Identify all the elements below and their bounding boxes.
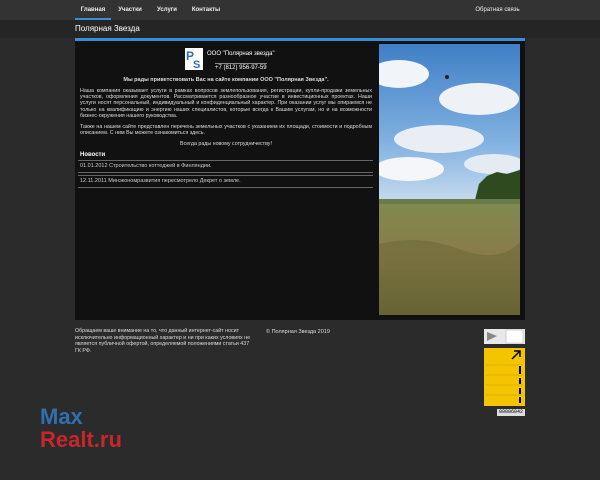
welcome-text: Мы рады приветствовать Вас на сайте комп… [123,77,329,83]
news-divider [78,160,373,161]
nav-feedback[interactable]: Обратная связь [470,0,525,20]
visit-counter[interactable]: 00006042 [497,409,525,416]
company-logo-icon[interactable]: P S [185,48,203,70]
footer-disclaimer: Обращаем ваше внимание на то, что данный… [75,328,251,354]
news-divider [78,175,373,176]
logo-company-name: ООО "Полярная звезда" [207,51,275,57]
liveinternet-counter-icon[interactable] [484,329,525,344]
nav-plots[interactable]: Участки [114,0,146,20]
top-navigation: Главная Участки Услуги Контакты Обратная… [0,0,600,20]
news-date: 12.11.2011 [80,178,107,184]
watermark-line1: Max [40,404,83,429]
news-date: 01.01.2012 [80,163,108,169]
nav-contacts[interactable]: Контакты [188,0,224,20]
yandex-metrika-icon[interactable] [484,348,525,406]
logo-phone: +7 (812) 956-97-59 [215,63,267,71]
news-item[interactable]: 01.01.2012 Строительство коттеджей в Фин… [80,163,212,169]
closing-paragraph: Всегда рады новому сотрудничеству! [180,141,272,147]
watermark-line2: Realt.ru [40,427,122,452]
news-item[interactable]: 12.11.2011 Минэкономразвития пересмотрел… [80,178,241,184]
footer-copyright: © Полярная Звезда 2019 [266,329,330,335]
catalog-paragraph: Также на нашем сайте представлен перечен… [80,124,372,137]
intro-paragraph: Наша компания оказывает услуги в рамках … [80,88,372,119]
watermark-logo: Max Realt.ru [40,405,122,451]
nav-home[interactable]: Главная [75,0,111,20]
svg-text:S: S [193,59,200,70]
site-title: Полярная Звезда [75,24,140,33]
news-link[interactable]: Минэкономразвития пересмотрело Декрет о … [108,178,240,184]
news-link[interactable]: Строительство коттеджей в Финляндии. [109,163,212,169]
field-landscape-photo [379,44,520,315]
news-divider [78,187,373,188]
nav-services[interactable]: Услуги [152,0,182,20]
news-divider [78,172,373,173]
news-heading: Новости [80,152,106,158]
